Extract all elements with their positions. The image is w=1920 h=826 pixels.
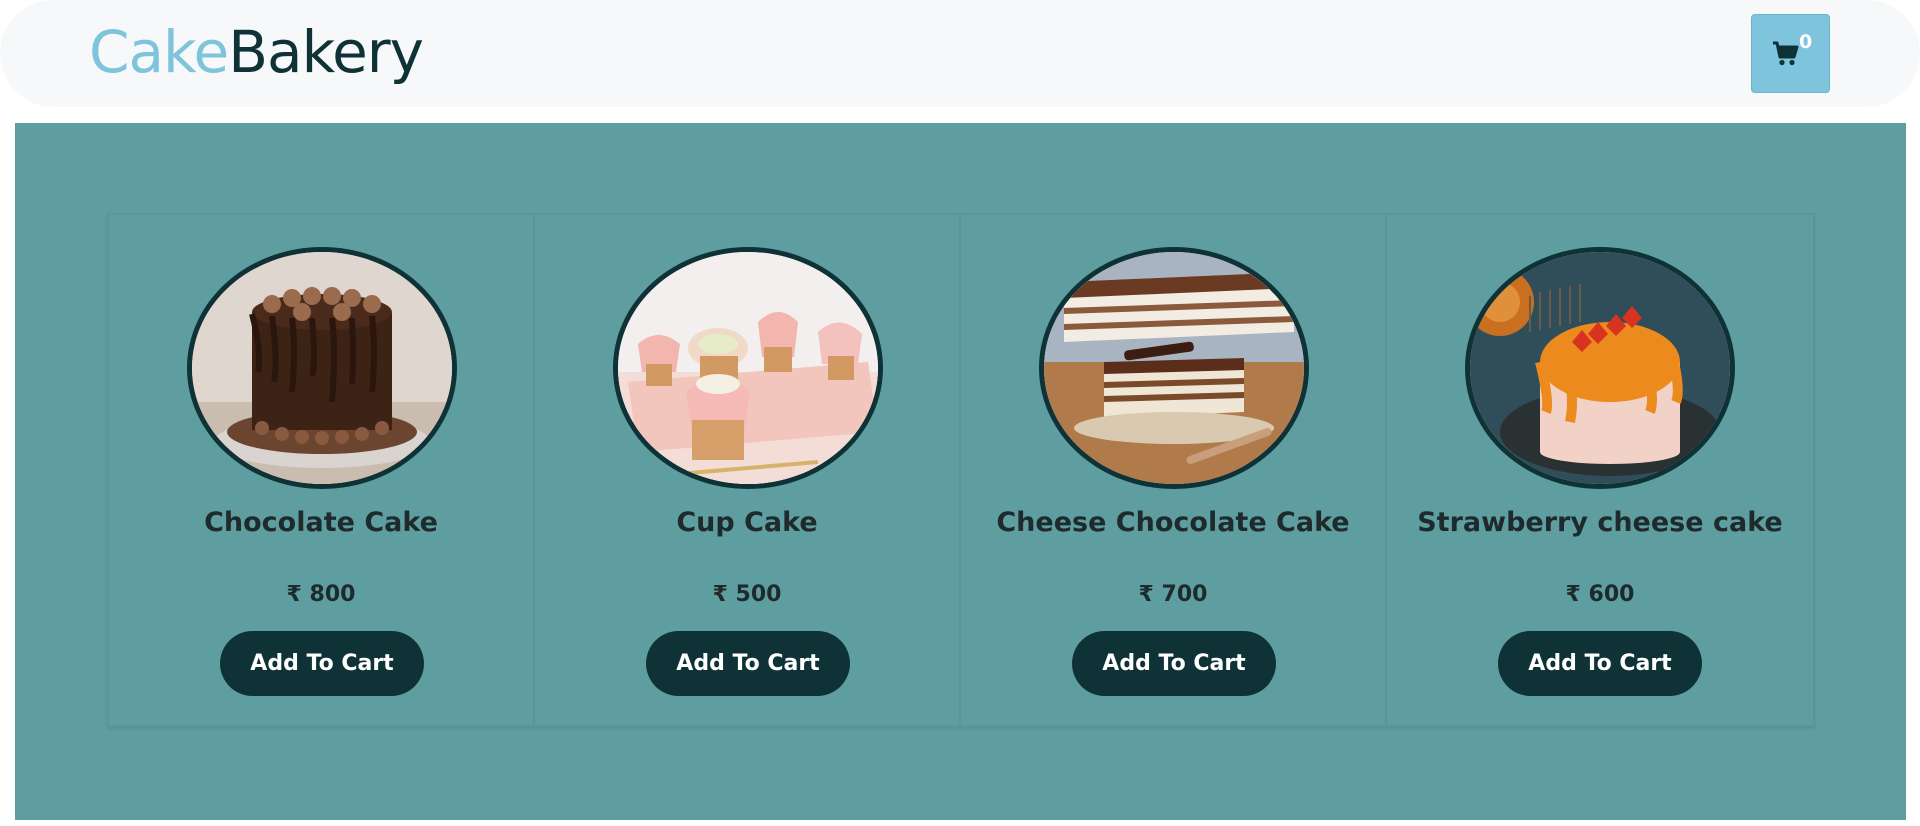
navbar: CakeBakery 0 — [0, 0, 1920, 107]
product-price: ₹ 800 — [286, 582, 356, 607]
product-card: Cheese Chocolate Cake ₹ 700 Add To Cart — [961, 215, 1387, 725]
strawberry-cheese-cake-image — [1465, 247, 1735, 489]
shopping-cart-icon — [1773, 41, 1799, 66]
add-to-cart-button[interactable]: Add To Cart — [1072, 631, 1276, 696]
chocolate-cake-image — [187, 247, 457, 489]
product-title: Cup Cake — [676, 507, 818, 538]
add-to-cart-button[interactable]: Add To Cart — [1498, 631, 1702, 696]
product-title: Strawberry cheese cake — [1417, 507, 1783, 538]
add-to-cart-button[interactable]: Add To Cart — [646, 631, 850, 696]
product-title: Chocolate Cake — [204, 507, 438, 538]
cart-button[interactable]: 0 — [1751, 14, 1830, 93]
cart-count-badge: 0 — [1799, 31, 1813, 53]
cupcake-image — [613, 247, 883, 489]
product-card: Chocolate Cake ₹ 800 Add To Cart — [109, 215, 535, 725]
logo-text-bakery: Bakery — [228, 18, 424, 86]
product-price: ₹ 500 — [712, 582, 782, 607]
product-price: ₹ 600 — [1565, 582, 1635, 607]
logo-text-cake: Cake — [89, 18, 229, 86]
product-card: Strawberry cheese cake ₹ 600 Add To Cart — [1387, 215, 1813, 725]
product-price: ₹ 700 — [1138, 582, 1208, 607]
product-section: Chocolate Cake ₹ 800 Add To Cart Cup Cak… — [15, 123, 1906, 820]
cheese-chocolate-cake-image — [1039, 247, 1309, 489]
product-card: Cup Cake ₹ 500 Add To Cart — [535, 215, 961, 725]
product-grid: Chocolate Cake ₹ 800 Add To Cart Cup Cak… — [107, 213, 1815, 727]
add-to-cart-button[interactable]: Add To Cart — [220, 631, 424, 696]
product-title: Cheese Chocolate Cake — [996, 507, 1350, 538]
brand-logo[interactable]: CakeBakery — [89, 16, 424, 88]
